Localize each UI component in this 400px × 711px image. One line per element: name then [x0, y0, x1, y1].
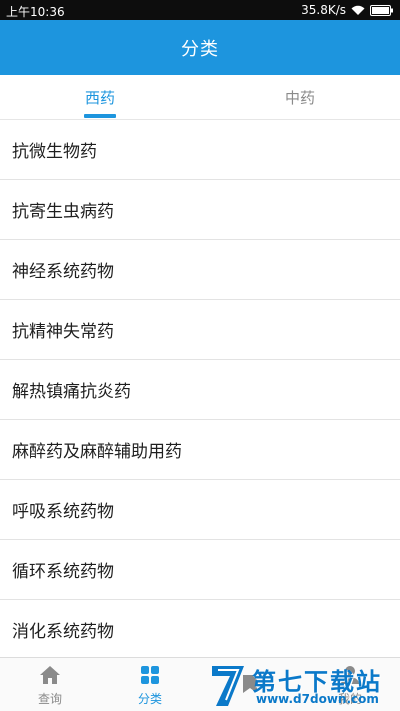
- list-item[interactable]: 消化系统药物: [0, 600, 400, 657]
- list-item-label: 解热镇痛抗炎药: [12, 382, 131, 402]
- grid-icon: [140, 663, 160, 687]
- list-item-label: 抗微生物药: [12, 142, 97, 162]
- network-speed: 35.8K/s: [301, 3, 346, 17]
- list-item-label: 循环系统药物: [12, 562, 114, 582]
- list-item-label: 神经系统药物: [12, 262, 114, 282]
- nav-item-query[interactable]: 查询: [0, 658, 100, 711]
- app-bar: 分类: [0, 20, 400, 75]
- status-time: 上午10:36: [6, 5, 65, 19]
- tab-western-medicine[interactable]: 西药: [60, 75, 140, 119]
- tab-chinese-medicine[interactable]: 中药: [260, 75, 340, 119]
- status-bar: 上午10:36 35.8K/s: [0, 0, 400, 20]
- list-item-label: 呼吸系统药物: [12, 502, 114, 522]
- tab-label: 中药: [284, 88, 315, 107]
- tab-label: 西药: [84, 88, 115, 107]
- list-item-label: 消化系统药物: [12, 622, 114, 642]
- wifi-icon: [351, 5, 365, 16]
- status-indicators: 35.8K/s: [301, 3, 394, 17]
- list-item-label: 抗精神失常药: [12, 322, 114, 342]
- page-title: 分类: [181, 38, 219, 60]
- nav-label: 我的: [337, 692, 362, 706]
- nav-label: 分类: [137, 692, 162, 706]
- category-list: 抗微生物药 抗寄生虫病药 神经系统药物 抗精神失常药 解热镇痛抗炎药 麻醉药及麻…: [0, 120, 400, 657]
- app-screen: 上午10:36 35.8K/s 分类 西药 中药 抗微生物药 抗寄生虫病药 神经…: [0, 0, 400, 711]
- list-item[interactable]: 神经系统药物: [0, 240, 400, 300]
- list-item-label: 抗寄生虫病药: [12, 202, 114, 222]
- list-item[interactable]: 抗寄生虫病药: [0, 180, 400, 240]
- active-tab-indicator: [84, 114, 116, 118]
- user-icon: [340, 663, 360, 687]
- list-item[interactable]: 解热镇痛抗炎药: [0, 360, 400, 420]
- nav-label: 查询: [37, 692, 62, 706]
- list-item[interactable]: 抗微生物药: [0, 120, 400, 180]
- battery-icon: [370, 4, 394, 16]
- nav-item-bookmark[interactable]: [200, 658, 300, 711]
- list-item[interactable]: 麻醉药及麻醉辅助用药: [0, 420, 400, 480]
- nav-item-category[interactable]: 分类: [100, 658, 200, 711]
- bookmark-icon: [241, 672, 259, 696]
- category-tabs: 西药 中药: [0, 75, 400, 120]
- list-item[interactable]: 呼吸系统药物: [0, 480, 400, 540]
- list-item-label: 麻醉药及麻醉辅助用药: [12, 442, 182, 462]
- nav-item-mine[interactable]: 我的: [300, 658, 400, 711]
- list-item[interactable]: 抗精神失常药: [0, 300, 400, 360]
- list-item[interactable]: 循环系统药物: [0, 540, 400, 600]
- home-icon: [39, 663, 61, 687]
- bottom-nav: 查询 分类 我的: [0, 657, 400, 711]
